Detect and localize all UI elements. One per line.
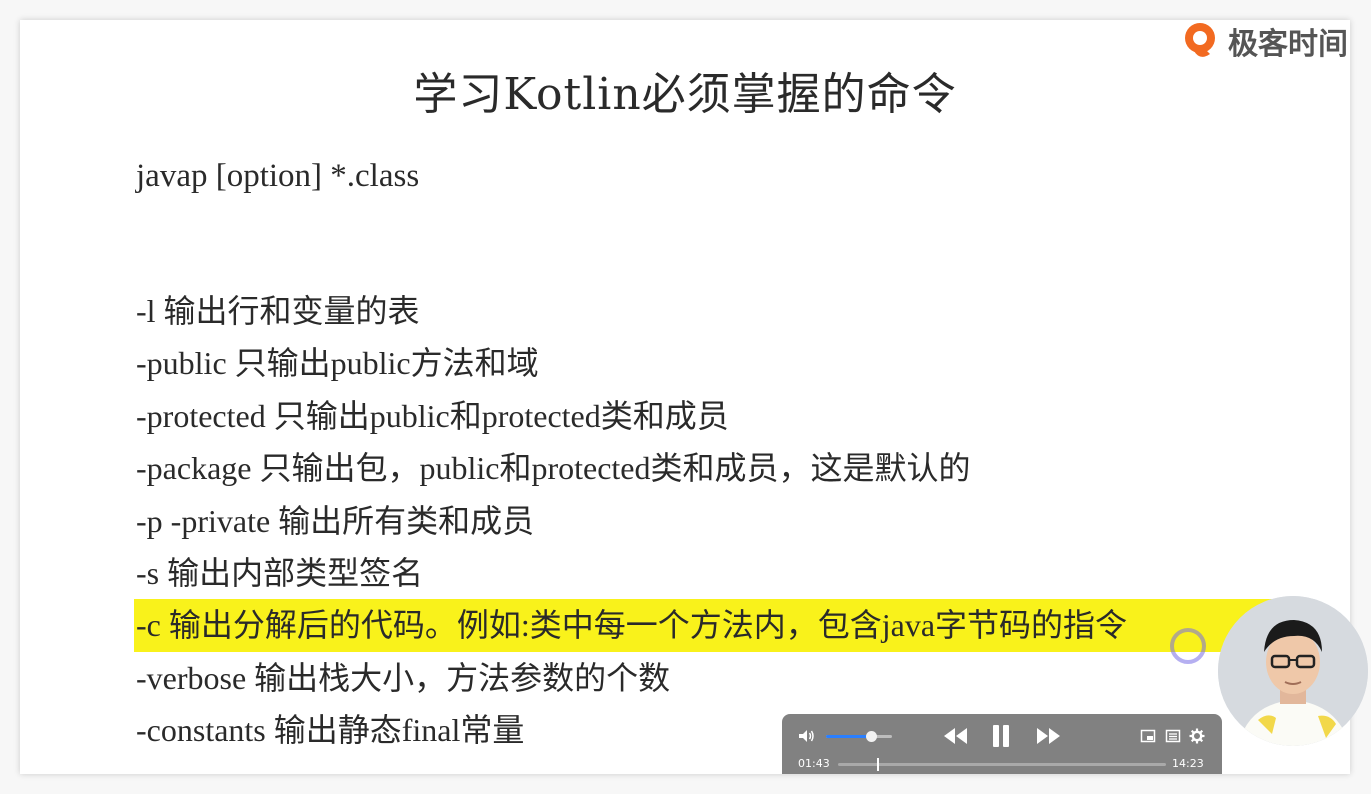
option-row: -verbose 输出栈大小，方法参数的个数 xyxy=(136,652,1272,704)
current-time: 01:43 xyxy=(798,757,830,770)
option-description: 输出所有类和成员 xyxy=(278,502,535,539)
option-flag: -constants xyxy=(136,712,266,749)
rewind-icon[interactable] xyxy=(940,723,970,749)
option-flag: -l xyxy=(136,293,156,329)
option-flag: -public xyxy=(136,345,227,382)
option-flag: -verbose xyxy=(136,659,247,696)
option-description: 输出内部类型签名 xyxy=(167,554,424,591)
video-player-controls[interactable]: 01:43 14:23 xyxy=(782,714,1222,774)
video-frame: 极客时间 学习Kotlin必须掌握的命令 javap [option] *.cl… xyxy=(0,0,1371,794)
progress-bar[interactable] xyxy=(838,758,1166,771)
presenter-webcam xyxy=(1218,596,1368,746)
logo-text: 极客时间 xyxy=(1228,27,1348,62)
fast-forward-icon[interactable] xyxy=(1034,723,1064,749)
pause-icon[interactable] xyxy=(986,723,1016,749)
progress-bar-playhead[interactable] xyxy=(877,758,880,771)
presenter-avatar-icon xyxy=(1218,596,1368,746)
option-flag: -s xyxy=(136,554,160,591)
option-flag: -c xyxy=(136,607,161,644)
option-flag: -package xyxy=(136,450,252,487)
presentation-slide: 极客时间 学习Kotlin必须掌握的命令 javap [option] *.cl… xyxy=(20,20,1350,774)
option-list: -l 输出行和变量的表 -public 只输出public方法和域 -protect… xyxy=(134,285,1272,757)
volume-icon[interactable] xyxy=(796,726,816,746)
volume-slider[interactable] xyxy=(826,731,892,742)
cursor-highlight-ring xyxy=(1170,628,1206,664)
option-row: -l 输出行和变量的表 xyxy=(136,285,1272,337)
picture-in-picture-icon[interactable] xyxy=(1140,728,1156,744)
option-description: 只输出public和protected类和成员 xyxy=(273,397,729,434)
volume-slider-knob[interactable] xyxy=(865,731,877,742)
option-row: -package 只输出包，public和protected类和成员，这是默认的 xyxy=(136,442,1272,494)
geekbang-logo-mark-icon xyxy=(1185,23,1215,57)
option-description: 输出静态final常量 xyxy=(273,712,525,749)
option-row: -p -private 输出所有类和成员 xyxy=(136,495,1272,547)
volume-slider-fill xyxy=(826,735,871,738)
settings-gear-icon[interactable] xyxy=(1189,728,1205,744)
geekbang-logo: 极客时间 xyxy=(1180,20,1348,62)
command-syntax: javap [option] *.class xyxy=(136,158,420,194)
slide-title: 学习Kotlin必须掌握的命令 xyxy=(413,69,957,120)
option-row: -protected 只输出public和protected类和成员 xyxy=(136,390,1272,442)
option-description: 输出行和变量的表 xyxy=(163,293,420,329)
option-flag: -p -private xyxy=(136,502,271,539)
option-flag: -protected xyxy=(136,397,266,434)
option-description: 输出分解后的代码。例如:类中每一个方法内，包含java字节码的指令 xyxy=(168,607,1128,644)
option-row-highlighted: -c 输出分解后的代码。例如:类中每一个方法内，包含java字节码的指令 xyxy=(134,599,1272,652)
option-description: 输出栈大小，方法参数的个数 xyxy=(254,659,671,696)
option-row: -s 输出内部类型签名 xyxy=(136,547,1272,599)
total-time: 14:23 xyxy=(1172,757,1204,770)
option-description: 只输出public方法和域 xyxy=(234,345,539,382)
option-row: -public 只输出public方法和域 xyxy=(136,337,1272,389)
option-description: 只输出包，public和protected类和成员，这是默认的 xyxy=(259,450,971,487)
chapters-icon[interactable] xyxy=(1165,728,1181,744)
